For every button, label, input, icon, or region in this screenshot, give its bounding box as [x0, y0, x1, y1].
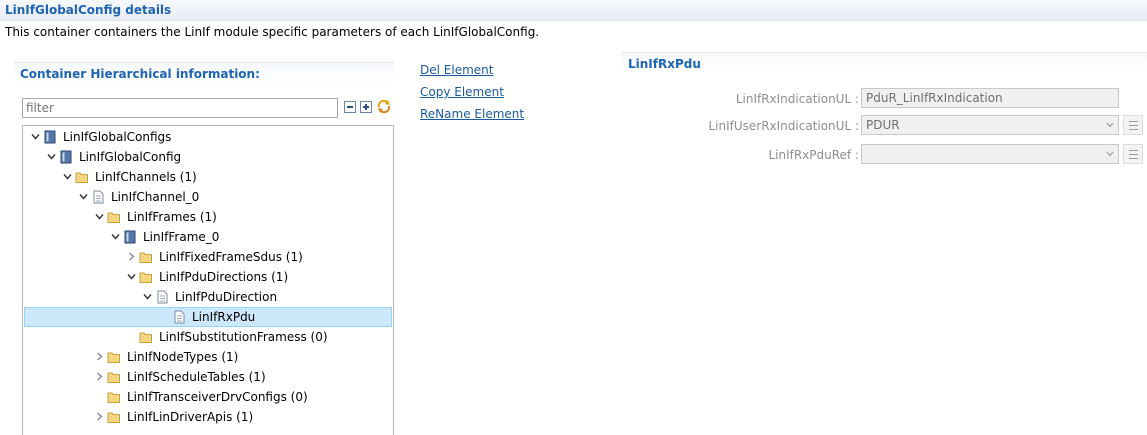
chevron-right-icon[interactable] — [95, 352, 104, 361]
tree-item-label: LinIfGlobalConfigs — [63, 130, 172, 144]
chevron-down-icon[interactable] — [47, 152, 56, 161]
copy-element-link[interactable]: Copy Element — [420, 85, 504, 99]
tree-item-label: LinIfSubstitutionFramess (0) — [159, 330, 328, 344]
hierarchy-section-title: Container Hierarchical information: — [14, 62, 394, 84]
user-rx-indication-value: PDUR — [866, 118, 900, 132]
container-icon — [44, 130, 56, 144]
tree-item-linifnodetypes[interactable]: LinIfNodeTypes (1) — [23, 347, 393, 367]
tree-item-label: LinIfLinDriverApis (1) — [127, 410, 254, 424]
tree-item-linifchannels[interactable]: LinIfChannels (1) — [23, 167, 393, 187]
tree-item-linifpdudirections[interactable]: LinIfPduDirections (1) — [23, 267, 393, 287]
user-rx-indication-label: LinIfUserRxIndicationUL : — [708, 119, 859, 133]
chevron-right-icon[interactable] — [95, 372, 104, 381]
chevron-down-icon[interactable] — [79, 192, 88, 201]
expand-all-icon[interactable] — [360, 101, 372, 113]
rename-element-link[interactable]: ReName Element — [420, 107, 524, 121]
tree-item-liniframes[interactable]: LinIfFrames (1) — [23, 207, 393, 227]
collapse-all-icon[interactable] — [344, 101, 356, 113]
rx-indication-label: LinIfRxIndicationUL : — [735, 92, 859, 106]
list-browse-button[interactable] — [1123, 115, 1143, 135]
tree-item-label: LinIfScheduleTables (1) — [127, 370, 266, 384]
tree-item-linifscheduletables[interactable]: LinIfScheduleTables (1) — [23, 367, 393, 387]
sync-icon[interactable] — [376, 98, 392, 114]
tree-item-label: LinIfFrames (1) — [127, 210, 217, 224]
document-icon — [157, 290, 168, 304]
tree-item-label: LinIfRxPdu — [192, 310, 256, 324]
tree-item-linifrxpdu[interactable]: LinIfRxPdu — [24, 307, 392, 327]
tree-item-liniffixedframesdus[interactable]: LinIfFixedFrameSdus (1) — [23, 247, 393, 267]
tree-item-liniftransceiverdrvconfigs[interactable]: LinIfTransceiverDrvConfigs (0) — [23, 387, 393, 407]
folder-icon — [107, 412, 120, 423]
chevron-right-icon[interactable] — [127, 252, 136, 261]
chevron-down-icon[interactable] — [95, 212, 104, 221]
container-icon — [60, 150, 72, 164]
document-icon — [174, 310, 185, 324]
filter-input[interactable] — [22, 98, 338, 118]
document-icon — [93, 190, 104, 204]
page-title: LinIfGlobalConfig details — [5, 3, 172, 17]
tree-item-label: LinIfChannels (1) — [95, 170, 197, 184]
rx-indication-input[interactable] — [861, 88, 1119, 108]
list-browse-button[interactable] — [1123, 144, 1143, 164]
chevron-right-icon[interactable] — [95, 412, 104, 421]
tree-item-label: LinIfPduDirections (1) — [159, 270, 289, 284]
folder-icon — [107, 372, 120, 383]
tree-item-linifglobalconfigs[interactable]: LinIfGlobalConfigs — [23, 127, 393, 147]
del-element-link[interactable]: Del Element — [420, 63, 493, 77]
tree-item-label: LinIfFixedFrameSdus (1) — [159, 250, 303, 264]
chevron-down-icon[interactable] — [127, 272, 136, 281]
chevron-down-icon — [1106, 122, 1114, 128]
tree-item-linifpdudirection[interactable]: LinIfPduDirection — [23, 287, 393, 307]
tree-item-label: LinIfGlobalConfig — [79, 150, 182, 164]
page-description: This container containers the LinIf modu… — [5, 25, 540, 39]
container-tree[interactable]: LinIfGlobalConfigs LinIfGlobalConfig Lin… — [22, 125, 394, 435]
user-rx-indication-select[interactable]: PDUR — [861, 115, 1119, 135]
container-icon — [124, 230, 136, 244]
folder-icon — [107, 392, 120, 403]
tree-item-linifglobalconfig[interactable]: LinIfGlobalConfig — [23, 147, 393, 167]
tree-item-liniflindriverapis[interactable]: LinIfLinDriverApis (1) — [23, 407, 393, 427]
details-title-bar: LinIfGlobalConfig details — [0, 0, 1147, 21]
folder-icon — [107, 212, 120, 223]
chevron-down-icon[interactable] — [143, 292, 152, 301]
rx-pdu-ref-select[interactable] — [861, 144, 1119, 164]
tree-item-linifsubstitutionframess[interactable]: LinIfSubstitutionFramess (0) — [23, 327, 393, 347]
tree-item-label: LinIfTransceiverDrvConfigs (0) — [127, 390, 308, 404]
tree-item-linifframe-0[interactable]: LinIfFrame_0 — [23, 227, 393, 247]
rxpdu-section-title: LinIfRxPdu — [622, 52, 1147, 74]
rx-pdu-ref-label: LinIfRxPduRef : — [768, 148, 859, 162]
chevron-down-icon[interactable] — [63, 172, 72, 181]
chevron-down-icon — [1106, 151, 1114, 157]
chevron-down-icon[interactable] — [31, 132, 40, 141]
folder-icon — [139, 252, 152, 263]
folder-icon — [75, 172, 88, 183]
tree-item-linifchannel-0[interactable]: LinIfChannel_0 — [23, 187, 393, 207]
folder-icon — [107, 352, 120, 363]
folder-icon — [139, 272, 152, 283]
chevron-down-icon[interactable] — [111, 232, 120, 241]
tree-item-label: LinIfPduDirection — [175, 290, 278, 304]
tree-item-label: LinIfNodeTypes (1) — [127, 350, 239, 364]
tree-item-label: LinIfChannel_0 — [111, 190, 200, 204]
tree-item-label: LinIfFrame_0 — [143, 230, 220, 244]
folder-icon — [139, 332, 152, 343]
